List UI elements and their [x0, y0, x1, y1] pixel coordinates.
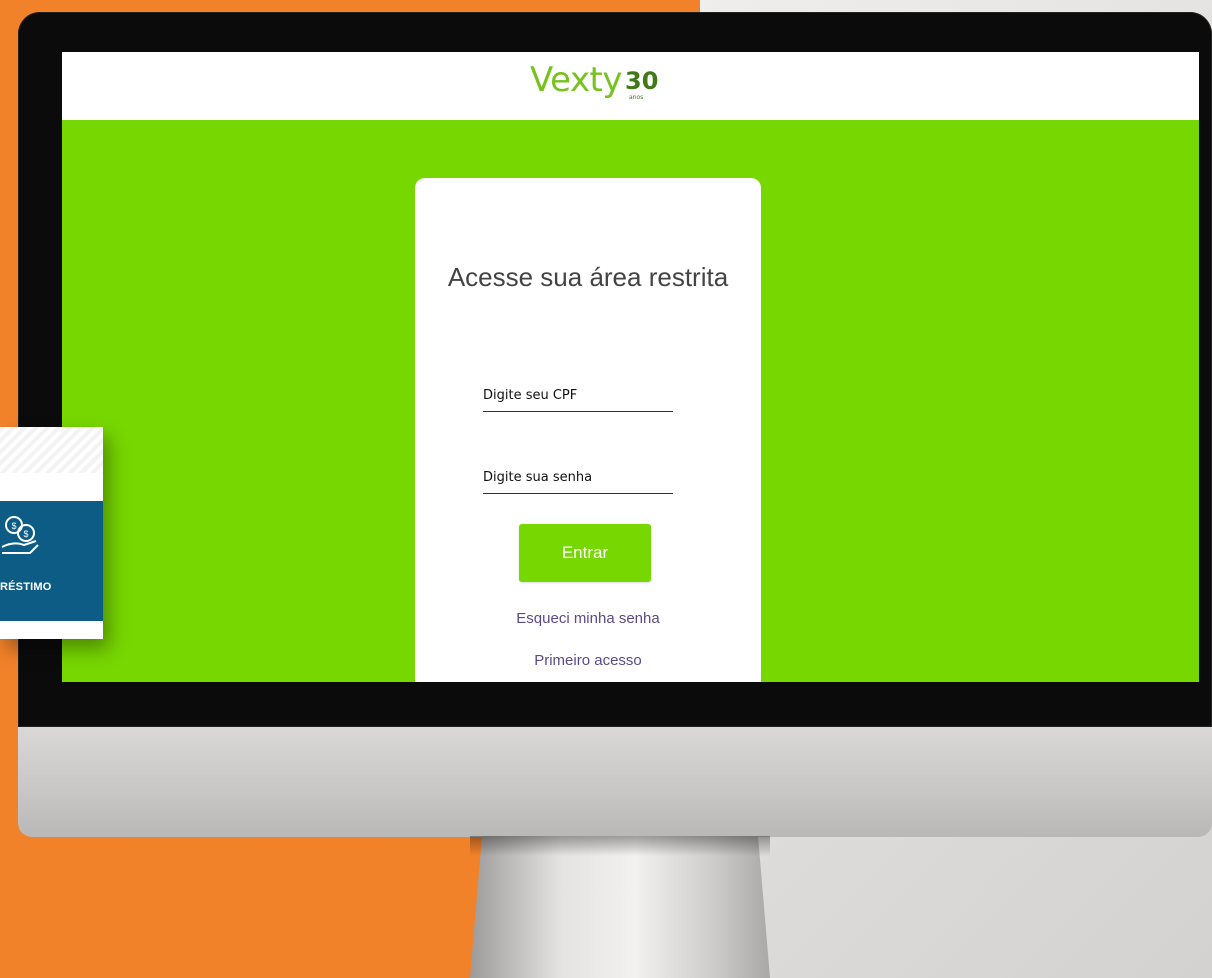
logo-number-text: 30: [625, 67, 659, 95]
brand-logo[interactable]: Vexty 30 anos: [530, 60, 658, 110]
card-hatch-pattern: [0, 427, 103, 473]
monitor-chin: [18, 727, 1212, 837]
logo-anniversary-number: 30 anos: [625, 67, 659, 101]
login-title: Acesse sua área restrita: [447, 262, 729, 292]
stand-shadow: [470, 836, 770, 856]
loan-service-card[interactable]: $ $ RÉSTIMO: [0, 427, 103, 639]
monitor-stand: [470, 836, 770, 978]
forgot-password-link[interactable]: Esqueci minha senha: [415, 610, 761, 627]
loan-service-panel[interactable]: $ $ RÉSTIMO: [0, 501, 103, 621]
loan-service-label: RÉSTIMO: [0, 581, 52, 593]
site-header: Vexty 30 anos: [62, 52, 1199, 120]
login-button[interactable]: Entrar: [519, 524, 651, 582]
logo-number-sub: anos: [629, 94, 644, 101]
password-input-label: Digite sua senha: [483, 470, 593, 485]
first-access-link[interactable]: Primeiro acesso: [415, 652, 761, 669]
svg-text:$: $: [11, 521, 16, 531]
login-card: Acesse sua área restrita Digite seu CPF …: [415, 178, 761, 682]
cpf-input[interactable]: Digite seu CPF: [483, 388, 673, 412]
cpf-input-label: Digite seu CPF: [483, 388, 578, 403]
svg-text:$: $: [23, 529, 28, 539]
coins-hand-icon: $ $: [1, 516, 39, 554]
password-input[interactable]: Digite sua senha: [483, 470, 673, 494]
monitor-screen: Vexty 30 anos Acesse sua área restrita D…: [62, 52, 1199, 682]
logo-wordmark: Vexty: [530, 60, 623, 100]
